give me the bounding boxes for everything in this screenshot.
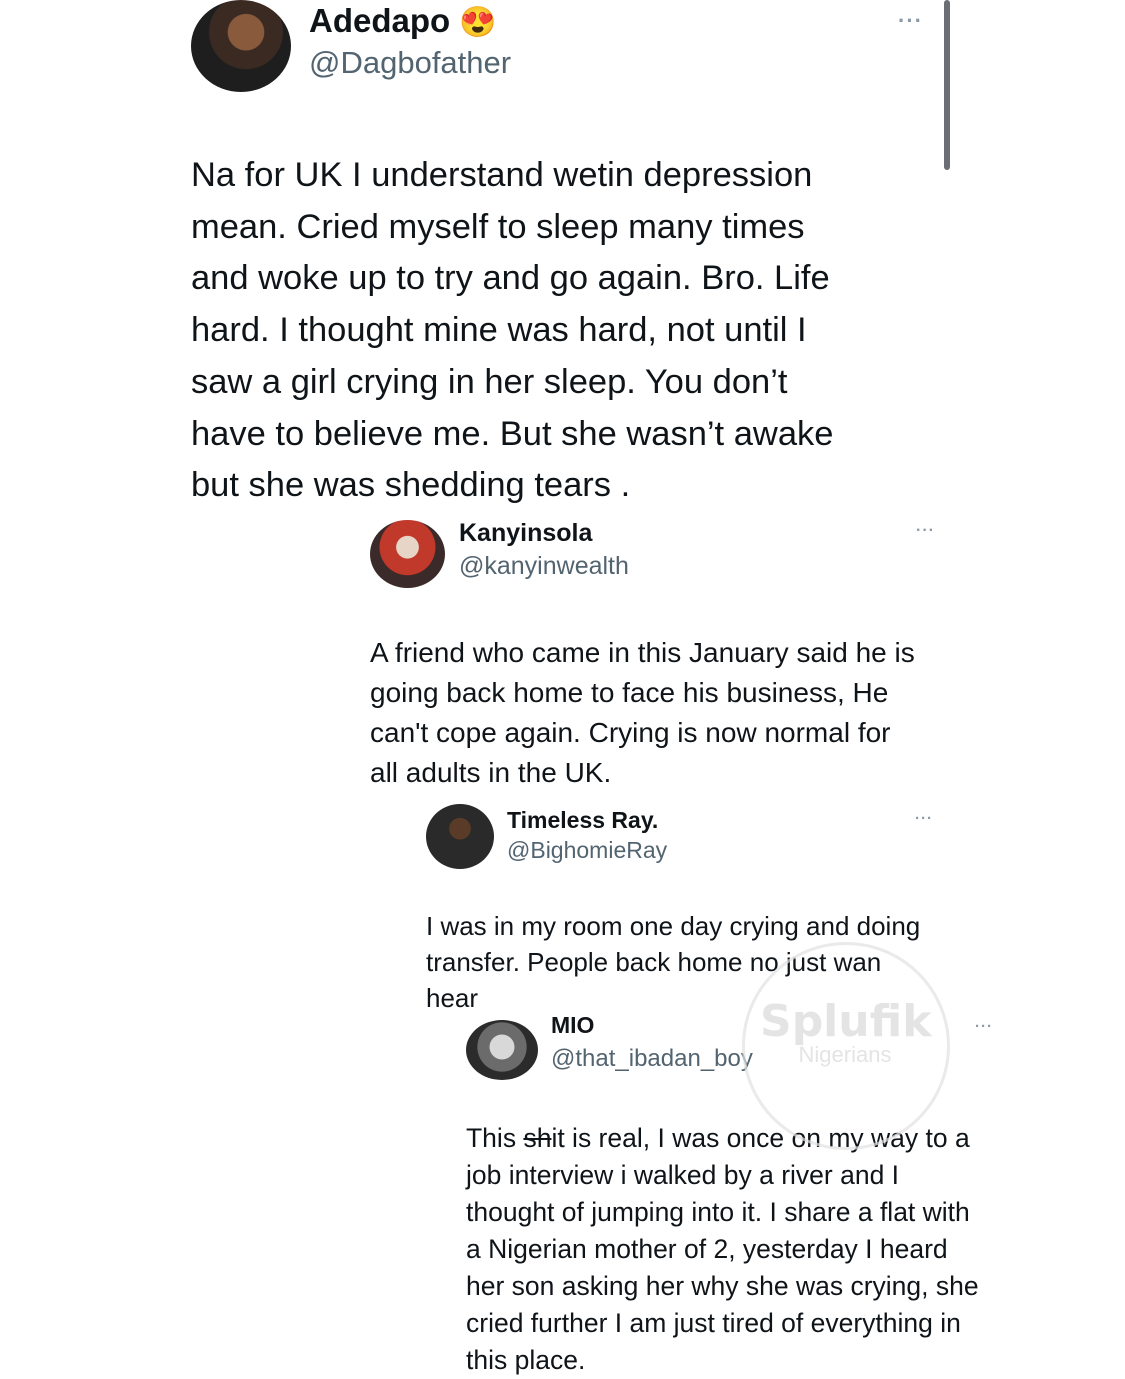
display-name[interactable]: Adedapo 😍 [309, 2, 497, 40]
avatar[interactable] [191, 0, 291, 92]
tweet-text-rest: it is real, I was once on my way to a jo… [466, 1123, 979, 1375]
avatar[interactable] [426, 804, 494, 869]
censored-word: sh [523, 1123, 552, 1153]
handle[interactable]: @Dagbofather [309, 45, 511, 81]
handle[interactable]: @kanyinwealth [459, 552, 629, 581]
tweet-text: A friend who came in this January said h… [370, 637, 915, 788]
heart-eyes-emoji-icon: 😍 [459, 6, 497, 39]
handle[interactable]: @that_ibadan_boy [551, 1045, 753, 1073]
more-options-icon[interactable]: ··· [975, 1018, 993, 1035]
tweet-text-start: This [466, 1123, 524, 1153]
display-name[interactable]: Timeless Ray. [507, 807, 658, 834]
avatar[interactable] [466, 1020, 538, 1080]
tweet-text: This shit is real, I was once on my way … [466, 1120, 1026, 1379]
watermark-subtitle: Nigerians [798, 1042, 892, 1067]
tweet-text: Na for UK I understand wetin depression … [191, 156, 834, 505]
handle[interactable]: @BighomieRay [507, 837, 667, 864]
display-name[interactable]: Kanyinsola [459, 519, 592, 548]
more-options-icon[interactable]: ··· [915, 810, 933, 827]
display-name[interactable]: MIO [551, 1012, 594, 1039]
avatar[interactable] [370, 520, 445, 588]
watermark-title: Splufik [760, 996, 932, 1047]
more-options-icon[interactable]: ··· [898, 8, 923, 34]
scrollbar[interactable] [944, 0, 950, 170]
more-options-icon[interactable]: ··· [916, 522, 935, 540]
